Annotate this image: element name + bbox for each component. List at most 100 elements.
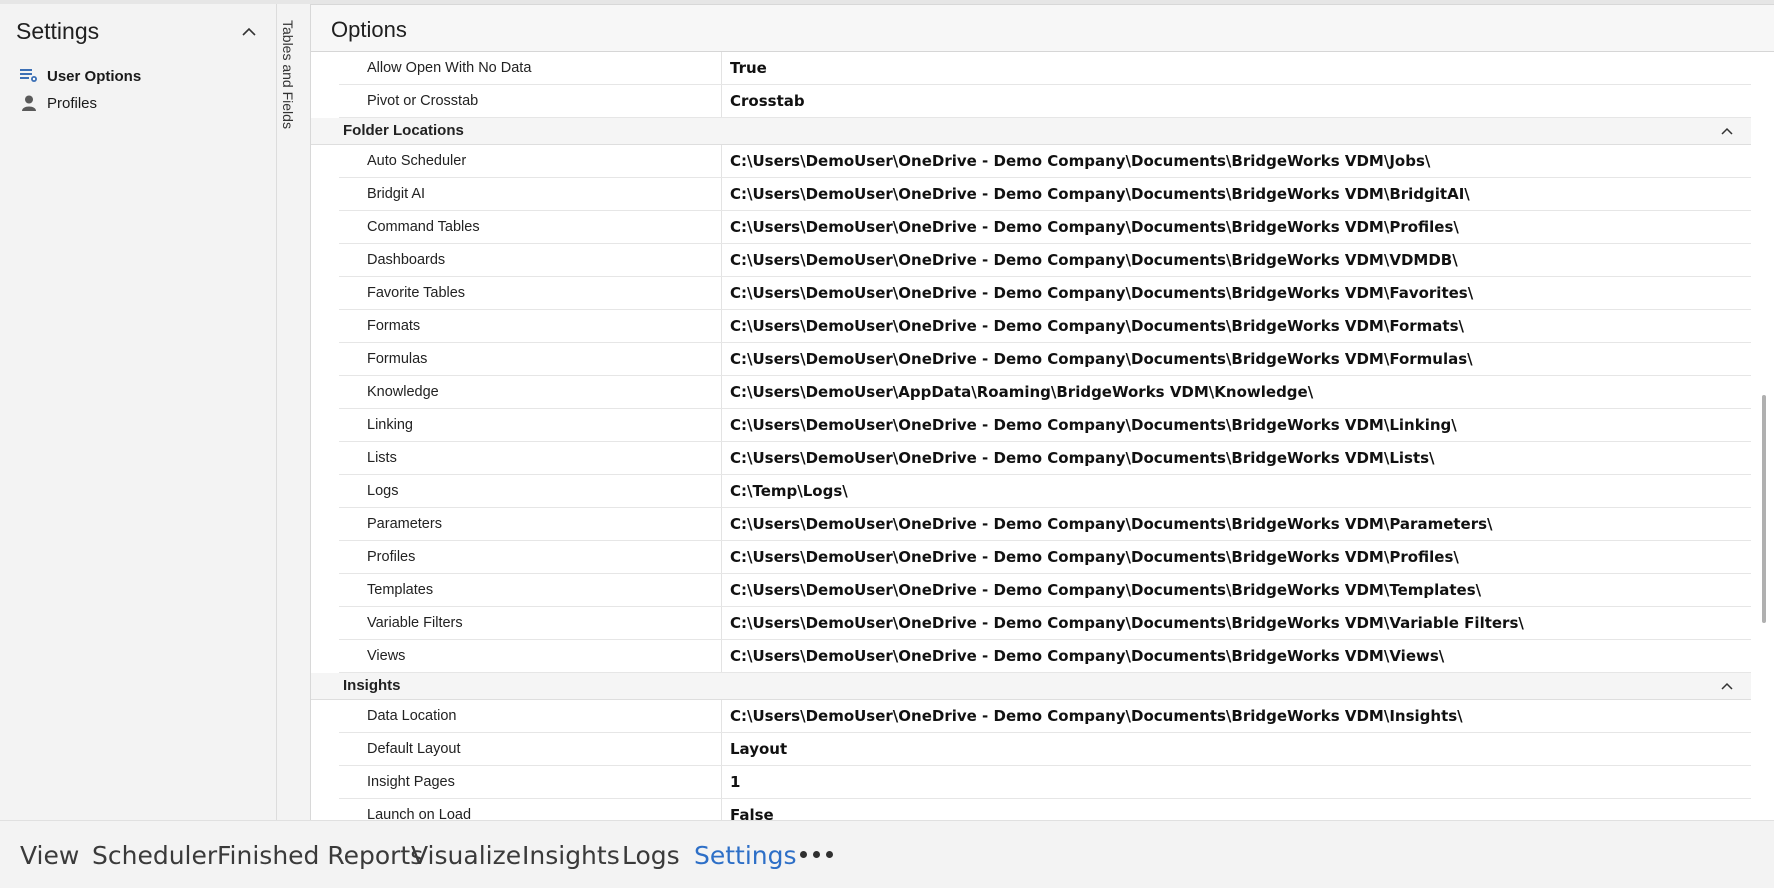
property-value[interactable]: Layout [730,733,787,765]
property-row[interactable]: Launch on Load False [339,799,1751,821]
chevron-up-icon [1721,682,1733,690]
category-folder-locations[interactable]: Folder Locations [311,118,1751,145]
property-row[interactable]: Views C:\Users\DemoUser\OneDrive - Demo C… [339,640,1751,673]
property-name: Parameters [339,508,722,540]
property-value[interactable]: C:\Users\DemoUser\OneDrive - Demo Compan… [730,409,1457,441]
property-name: Logs [339,475,722,507]
property-row[interactable]: Variable Filters C:\Users\DemoUser\OneDri… [339,607,1751,640]
category-label: Folder Locations [343,122,464,139]
property-value[interactable]: 1 [730,766,740,798]
property-value[interactable]: C:\Users\DemoUser\OneDrive - Demo Compan… [730,178,1470,210]
property-name: Formats [339,310,722,342]
property-value[interactable]: False [730,799,774,821]
property-row[interactable]: Favorite Tables C:\Users\DemoUser\OneDriv… [339,277,1751,310]
property-name: Bridgit AI [339,178,722,210]
vertical-tab-label: Tables and Fields [280,20,296,129]
tab-logs[interactable]: Logs [622,841,680,870]
sidebar-collapse-button[interactable] [240,24,258,40]
property-row[interactable]: Data Location C:\Users\DemoUser\OneDrive … [339,700,1751,733]
property-value[interactable]: C:\Users\DemoUser\OneDrive - Demo Compan… [730,244,1458,276]
property-name: Formulas [339,343,722,375]
category-collapse-button[interactable] [1719,679,1735,693]
property-row[interactable]: Command Tables C:\Users\DemoUser\OneDrive… [339,211,1751,244]
property-row[interactable]: Pivot or Crosstab Crosstab [339,85,1751,118]
tab-scheduler[interactable]: Scheduler [92,841,217,870]
property-name: Lists [339,442,722,474]
property-row[interactable]: Formulas C:\Users\DemoUser\OneDrive - Dem… [339,343,1751,376]
tab-tables-and-fields[interactable]: Tables and Fields [276,20,300,140]
category-insights[interactable]: Insights [311,673,1751,700]
property-value[interactable]: C:\Users\DemoUser\OneDrive - Demo Compan… [730,343,1473,375]
property-name: Auto Scheduler [339,145,722,177]
property-value[interactable]: C:\Users\DemoUser\OneDrive - Demo Compan… [730,700,1463,732]
property-name: Dashboards [339,244,722,276]
property-value[interactable]: C:\Users\DemoUser\OneDrive - Demo Compan… [730,541,1459,573]
person-icon [18,93,40,113]
tab-view[interactable]: View [20,841,79,870]
property-row[interactable]: Linking C:\Users\DemoUser\OneDrive - Demo… [339,409,1751,442]
property-value[interactable]: C:\Users\DemoUser\OneDrive - Demo Compan… [730,310,1464,342]
property-name: Launch on Load [339,799,722,821]
property-row[interactable]: Formats C:\Users\DemoUser\OneDrive - Demo… [339,310,1751,343]
property-value[interactable]: C:\Users\DemoUser\OneDrive - Demo Compan… [730,145,1430,177]
property-name: Insight Pages [339,766,722,798]
options-panel: Options Allow Open With No Data True Piv… [310,4,1774,821]
sidebar-item-label: User Options [47,67,142,85]
property-value[interactable]: True [730,52,767,84]
property-value[interactable]: C:\Users\DemoUser\OneDrive - Demo Compan… [730,277,1473,309]
property-name: Default Layout [339,733,722,765]
property-value[interactable]: Crosstab [730,85,805,117]
category-label: Insights [343,677,401,694]
property-value[interactable]: C:\Users\DemoUser\OneDrive - Demo Compan… [730,574,1481,606]
property-row[interactable]: Knowledge C:\Users\DemoUser\AppData\Roami… [339,376,1751,409]
property-name: Data Location [339,700,722,732]
tab-visualize[interactable]: Visualize [411,841,521,870]
property-row[interactable]: Dashboards C:\Users\DemoUser\OneDrive - D… [339,244,1751,277]
property-row[interactable]: Lists C:\Users\DemoUser\OneDrive - Demo C… [339,442,1751,475]
property-row[interactable]: Templates C:\Users\DemoUser\OneDrive - De… [339,574,1751,607]
property-value[interactable]: C:\Users\DemoUser\OneDrive - Demo Compan… [730,442,1435,474]
property-row[interactable]: Allow Open With No Data True [339,52,1751,85]
more-tabs-button[interactable] [800,851,833,858]
property-name: Favorite Tables [339,277,722,309]
property-name: Views [339,640,722,672]
tab-settings[interactable]: Settings [694,841,797,870]
property-value[interactable]: C:\Users\DemoUser\AppData\Roaming\Bridge… [730,376,1313,408]
chevron-up-icon [1721,127,1733,135]
property-value[interactable]: C:\Users\DemoUser\OneDrive - Demo Compan… [730,211,1459,243]
property-row[interactable]: Profiles C:\Users\DemoUser\OneDrive - Dem… [339,541,1751,574]
bottom-tab-bar: View Scheduler Finished Reports Visualiz… [0,820,1774,888]
sidebar-item-profiles[interactable]: Profiles [18,91,97,115]
category-collapse-button[interactable] [1719,124,1735,138]
scrollbar-thumb[interactable] [1762,395,1766,623]
dot-icon [826,851,833,858]
property-value[interactable]: C:\Users\DemoUser\OneDrive - Demo Compan… [730,508,1493,540]
property-name: Pivot or Crosstab [339,85,722,117]
property-name: Variable Filters [339,607,722,639]
dot-icon [800,851,807,858]
sidebar-item-label: Profiles [47,94,98,112]
settings-sidebar: Settings User Options Profiles [0,4,277,820]
property-name: Command Tables [339,211,722,243]
property-name: Templates [339,574,722,606]
property-name: Profiles [339,541,722,573]
page-title: Options [331,17,407,42]
property-row[interactable]: Insight Pages 1 [339,766,1751,799]
property-row[interactable]: Logs C:\Temp\Logs\ [339,475,1751,508]
sidebar-item-user-options[interactable]: User Options [18,64,141,88]
property-value[interactable]: C:\Temp\Logs\ [730,475,848,507]
property-grid: Allow Open With No Data True Pivot or Cr… [311,52,1755,821]
user-options-icon [18,66,40,86]
chevron-up-icon [242,27,256,36]
property-row[interactable]: Parameters C:\Users\DemoUser\OneDrive - D… [339,508,1751,541]
tab-finished-reports[interactable]: Finished Reports [217,841,423,870]
property-row[interactable]: Auto Scheduler C:\Users\DemoUser\OneDrive… [339,145,1751,178]
dot-icon [813,851,820,858]
property-value[interactable]: C:\Users\DemoUser\OneDrive - Demo Compan… [730,607,1524,639]
property-name: Allow Open With No Data [339,52,722,84]
tab-insights[interactable]: Insights [522,841,620,870]
property-row[interactable]: Bridgit AI C:\Users\DemoUser\OneDrive - D… [339,178,1751,211]
options-header: Options [311,5,1774,52]
property-row[interactable]: Default Layout Layout [339,733,1751,766]
property-value[interactable]: C:\Users\DemoUser\OneDrive - Demo Compan… [730,640,1444,672]
